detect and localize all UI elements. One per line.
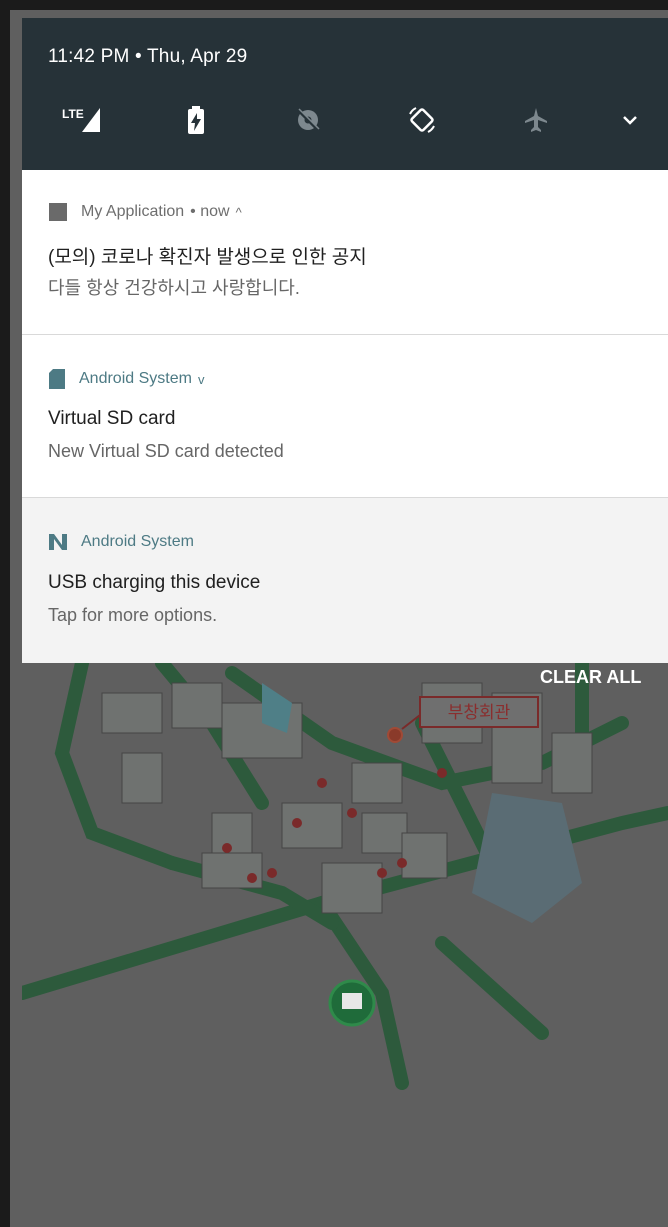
android-n-icon [49,534,67,550]
notification-header: Android System v [48,367,204,391]
qs-expand-chevron[interactable] [600,90,660,150]
auto-rotate-icon [409,107,435,133]
lte-signal-icon: LTE [62,107,100,132]
status-datetime: 11:42 PM • Thu, Apr 29 [48,46,247,68]
sd-card-icon [49,369,65,389]
quick-settings-row: LTE [22,90,668,150]
notification-text: 다들 항상 건강하시고 사랑합니다. [48,278,300,298]
notification-app-name: Android System [81,533,194,550]
notification-app-name: My Application [81,203,185,220]
collapse-icon[interactable]: ^ [236,205,242,220]
qs-tile-battery[interactable] [166,90,226,150]
campus-map-illustration: 부창회관 [22,663,668,1227]
campus-map-background: 부창회관 [22,663,668,1227]
quick-settings-panel: 11:42 PM • Thu, Apr 29 LTE [22,18,668,170]
notification-header: My Application • now ^ [48,200,242,224]
notification-text: New Virtual SD card detected [48,441,284,461]
chevron-down-icon [623,116,637,125]
qs-tile-auto-rotate[interactable] [392,90,452,150]
notification-title: USB charging this device [48,572,261,593]
qs-tile-airplane-mode[interactable] [506,90,566,150]
phone-screen: 부창회관 11:42 PM • Thu, Apr 29 LTE My Appli… [10,10,668,1227]
status-date: Thu, Apr 29 [147,46,248,67]
status-time: 11:42 PM [48,46,130,67]
notification-title: (모의) 코로나 확진자 발생으로 인한 공지 [48,247,367,268]
expand-icon[interactable]: v [198,372,205,387]
notification-usb-charging[interactable]: Android System USB charging this device … [22,498,668,663]
qs-tile-mobile-data[interactable]: LTE [54,90,114,150]
airplane-mode-icon [525,108,547,132]
app-square-icon [49,203,67,221]
clear-all-button[interactable]: CLEAR ALL [540,667,641,688]
notification-app-name: Android System [79,370,192,387]
notification-header: Android System [48,530,194,554]
location-off-icon [296,108,320,132]
battery-charging-icon [188,106,204,134]
status-separator: • [135,46,142,67]
notification-time: • now [190,203,230,220]
notification-my-application[interactable]: My Application • now ^ (모의) 코로나 확진자 발생으로… [22,170,668,334]
notification-title: Virtual SD card [48,408,176,429]
notification-virtual-sd-card[interactable]: Android System v Virtual SD card New Vir… [22,335,668,497]
lte-label: LTE [62,107,84,121]
notification-text: Tap for more options. [48,605,218,625]
map-building-label: 부창회관 [448,703,511,723]
qs-tile-location[interactable] [278,90,338,150]
